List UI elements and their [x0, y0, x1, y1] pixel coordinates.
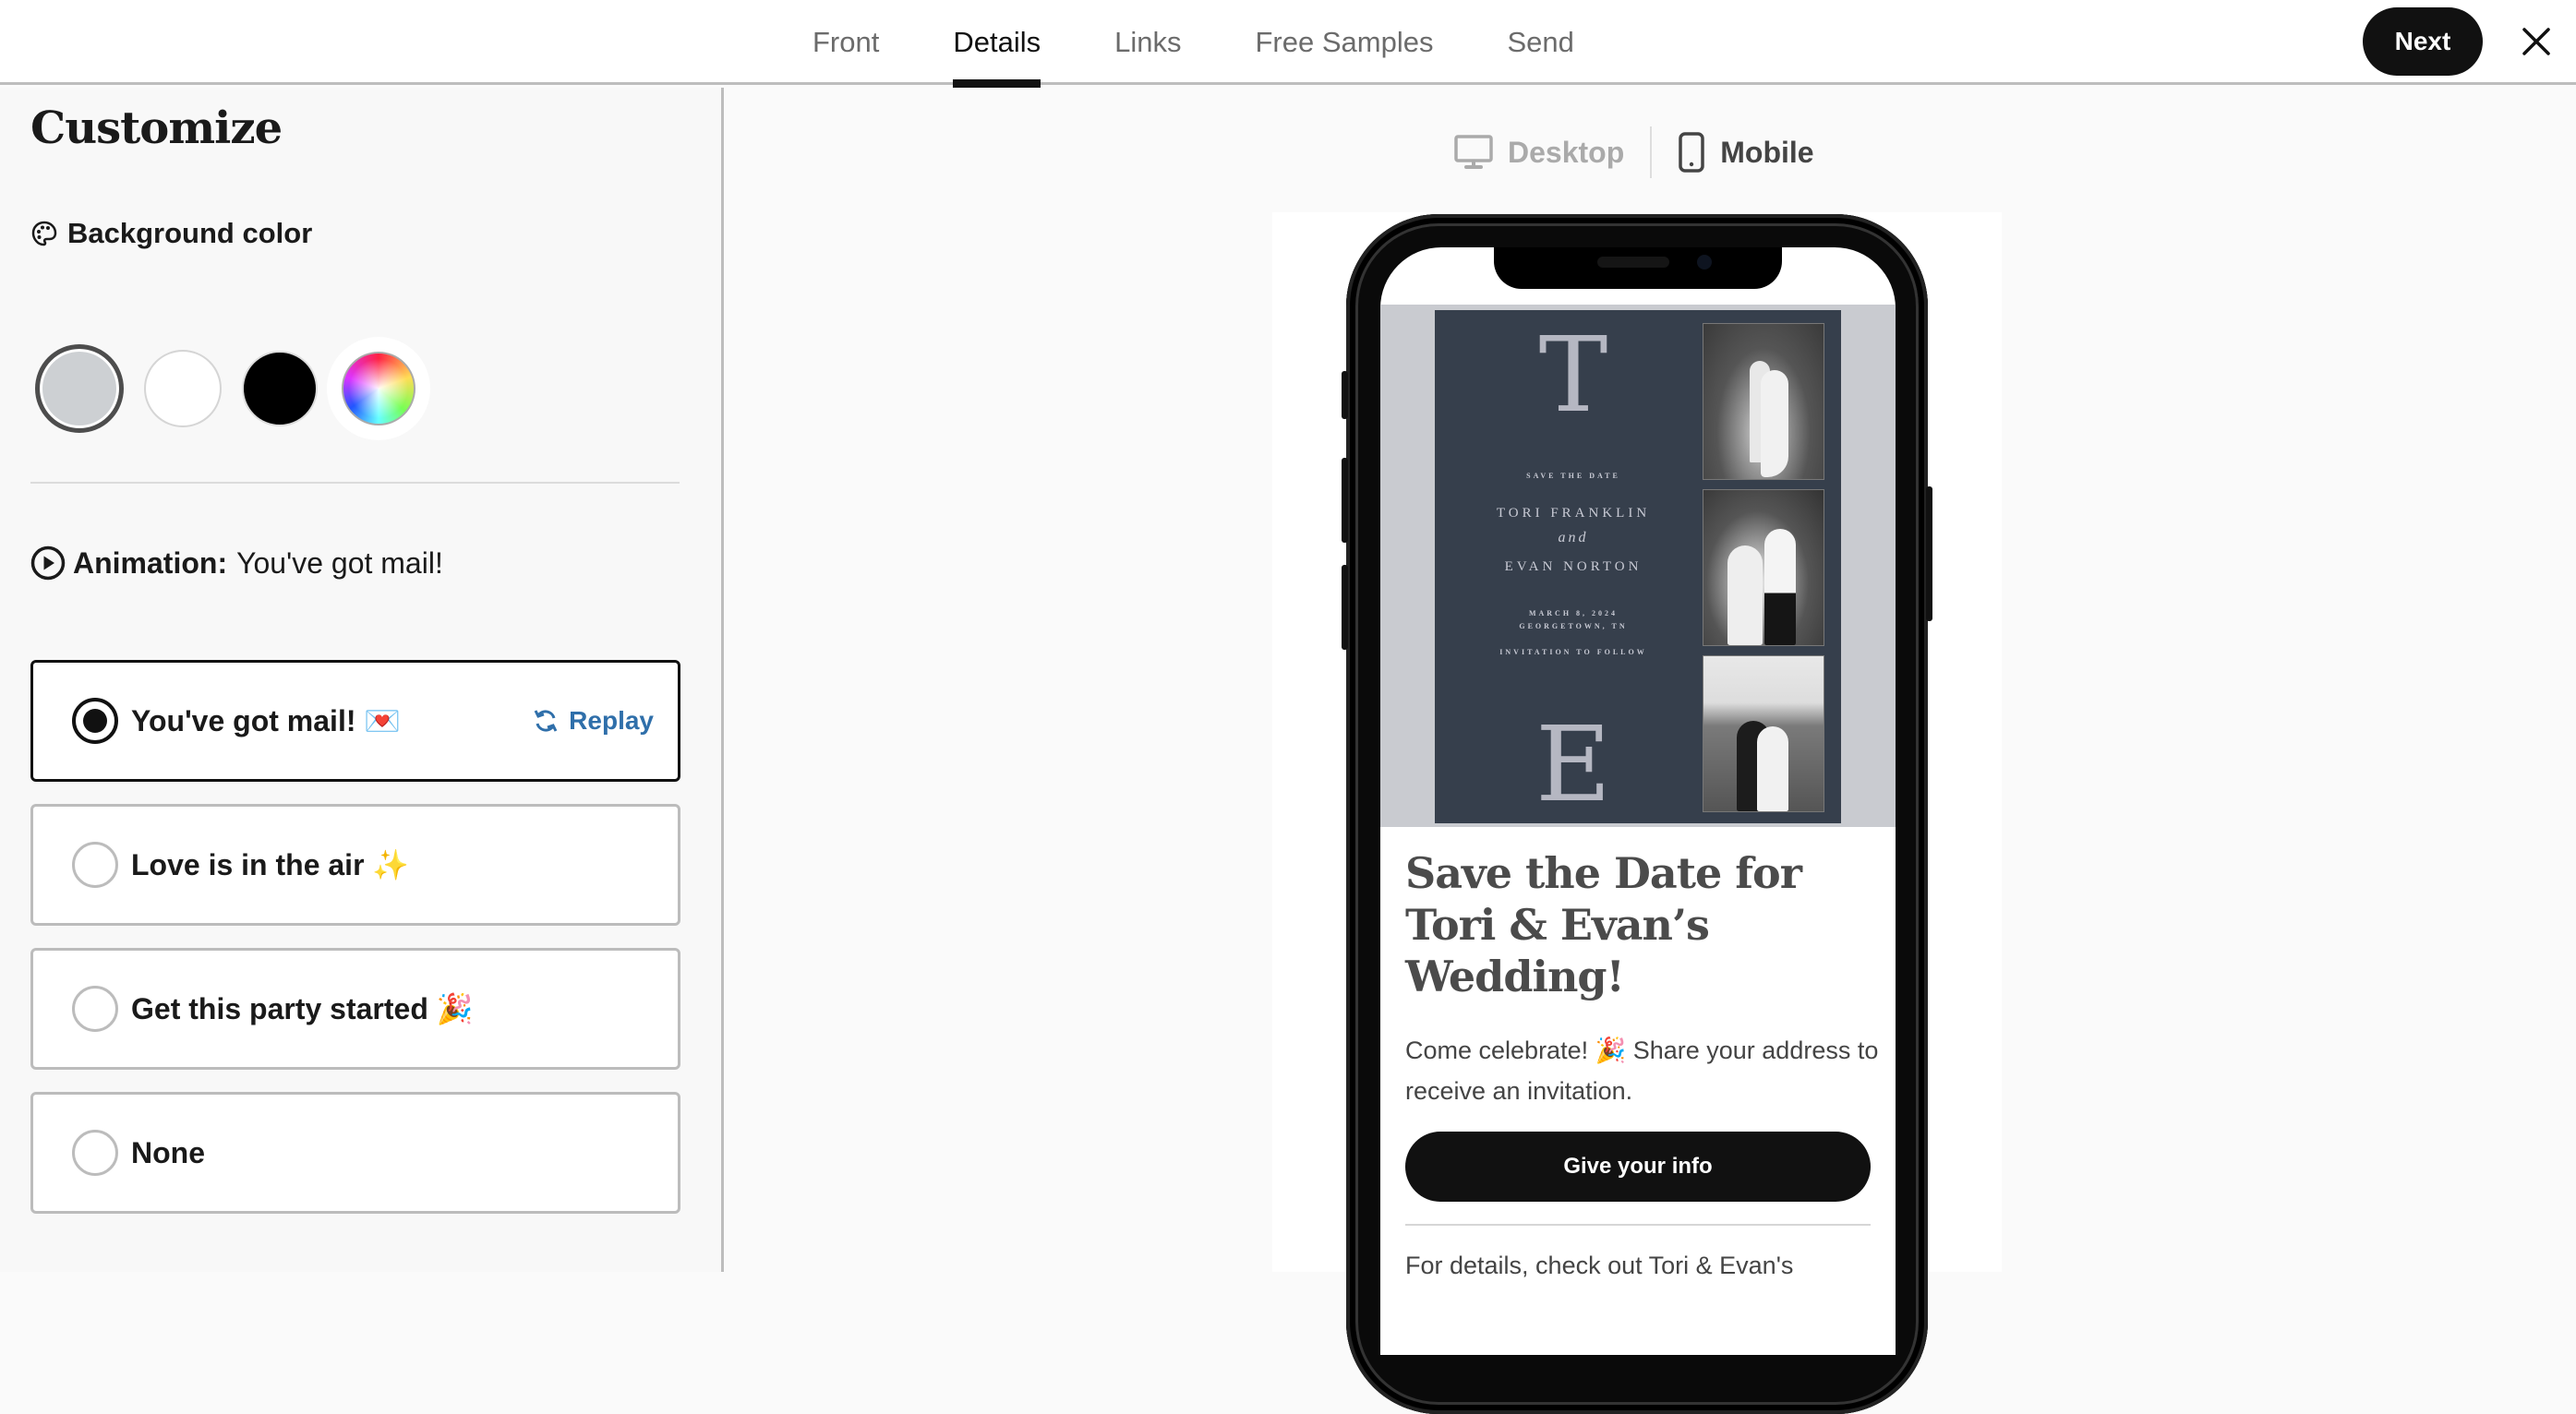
- step-tabs: Front Details Links Free Samples Send: [813, 0, 1648, 88]
- give-your-info-button[interactable]: Give your info: [1405, 1132, 1871, 1202]
- radio-button[interactable]: [72, 842, 118, 888]
- couple-photo-3: [1703, 655, 1824, 812]
- couple-photo-2: [1703, 489, 1824, 646]
- couple-name-2: EVAN NORTON: [1504, 559, 1643, 574]
- tab-links[interactable]: Links: [1114, 0, 1181, 85]
- animation-label-title: Animation:: [73, 545, 228, 580]
- mobile-phone-icon: [1679, 132, 1704, 173]
- replay-button[interactable]: Replay: [532, 706, 654, 736]
- tab-details[interactable]: Details: [953, 0, 1041, 88]
- option-label: You've got mail! 💌: [131, 704, 402, 737]
- card-area: T SAVE THE DATE TORI FRANKLIN and EVAN N…: [1380, 305, 1896, 827]
- email-divider: [1405, 1224, 1871, 1226]
- phone-camera: [1697, 255, 1712, 270]
- color-swatches: [35, 337, 430, 440]
- replay-label: Replay: [569, 706, 654, 735]
- swatch-custom-color[interactable]: [327, 337, 430, 440]
- option-label: Get this party started 🎉: [131, 992, 474, 1025]
- next-button[interactable]: Next: [2363, 7, 2483, 76]
- mobile-label: Mobile: [1720, 135, 1814, 169]
- mobile-view-button[interactable]: Mobile: [1678, 132, 1814, 173]
- close-button[interactable]: [2513, 18, 2559, 65]
- email-heading: Save the Date for Tori & Evan’s Wedding!: [1405, 848, 1802, 1001]
- desktop-view-button[interactable]: Desktop: [1454, 134, 1624, 171]
- tab-free-samples[interactable]: Free Samples: [1256, 0, 1434, 85]
- background-color-label: Background color: [30, 217, 312, 250]
- panel-title: Customize: [30, 102, 283, 154]
- phone-mute-switch: [1342, 371, 1348, 419]
- monogram-top: T: [1538, 316, 1608, 436]
- desktop-label: Desktop: [1508, 135, 1625, 169]
- phone-power-button: [1926, 486, 1932, 621]
- couple-and: and: [1558, 530, 1589, 545]
- swatch-gray[interactable]: [35, 344, 124, 433]
- animation-label: Animation: You've got mail!: [30, 545, 443, 581]
- email-body: Come celebrate! 🎉 Share your address to …: [1405, 1037, 1879, 1105]
- customize-panel: Customize Background color Animation: Yo…: [0, 88, 724, 1272]
- animation-option-love-is-in-the-air[interactable]: Love is in the air ✨: [30, 804, 680, 926]
- invitation-to-follow: INVITATION TO FOLLOW: [1499, 648, 1647, 656]
- close-icon: [2522, 28, 2550, 55]
- toggle-separator: [1650, 126, 1653, 178]
- animation-current-value: You've got mail!: [236, 545, 443, 580]
- phone-speaker: [1597, 257, 1669, 268]
- swatch-black[interactable]: [242, 351, 318, 426]
- monogram-bottom: E: [1535, 705, 1611, 825]
- palette-icon: [31, 221, 57, 246]
- radio-button[interactable]: [72, 986, 118, 1032]
- play-circle-icon: [30, 545, 66, 581]
- view-toggle: Desktop Mobile: [1454, 125, 1814, 180]
- option-label: None: [131, 1135, 205, 1169]
- animation-option-none[interactable]: None: [30, 1092, 680, 1214]
- swatch-white[interactable]: [144, 350, 222, 427]
- email-footer-text: For details, check out Tori & Evan's: [1405, 1252, 1794, 1279]
- event-location: GEORGETOWN, TN: [1519, 622, 1628, 630]
- refresh-icon: [534, 710, 558, 732]
- save-the-date-label: SAVE THE DATE: [1526, 472, 1620, 480]
- phone-volume-up: [1342, 458, 1348, 543]
- radio-button[interactable]: [72, 698, 118, 744]
- couple-photo-1: [1703, 323, 1824, 480]
- event-date: MARCH 8, 2024: [1528, 609, 1619, 617]
- top-bar: Front Details Links Free Samples Send Ne…: [0, 0, 2576, 88]
- phone-volume-down: [1342, 565, 1348, 650]
- tab-send[interactable]: Send: [1507, 0, 1573, 85]
- section-divider: [30, 482, 680, 484]
- phone-notch: [1494, 247, 1782, 289]
- background-color-label-text: Background color: [67, 217, 313, 249]
- animation-option-get-this-party-started[interactable]: Get this party started 🎉: [30, 948, 680, 1070]
- save-the-date-card: T SAVE THE DATE TORI FRANKLIN and EVAN N…: [1435, 310, 1841, 825]
- couple-name-1: TORI FRANKLIN: [1496, 506, 1651, 521]
- phone-screen: T SAVE THE DATE TORI FRANKLIN and EVAN N…: [1380, 247, 1896, 1355]
- tab-front[interactable]: Front: [813, 0, 879, 85]
- option-label: Love is in the air ✨: [131, 848, 410, 881]
- radio-button[interactable]: [72, 1130, 118, 1176]
- desktop-icon: [1454, 135, 1493, 169]
- color-wheel-icon: [342, 352, 415, 425]
- animation-option-youve-got-mail[interactable]: You've got mail! 💌 Replay: [30, 660, 680, 782]
